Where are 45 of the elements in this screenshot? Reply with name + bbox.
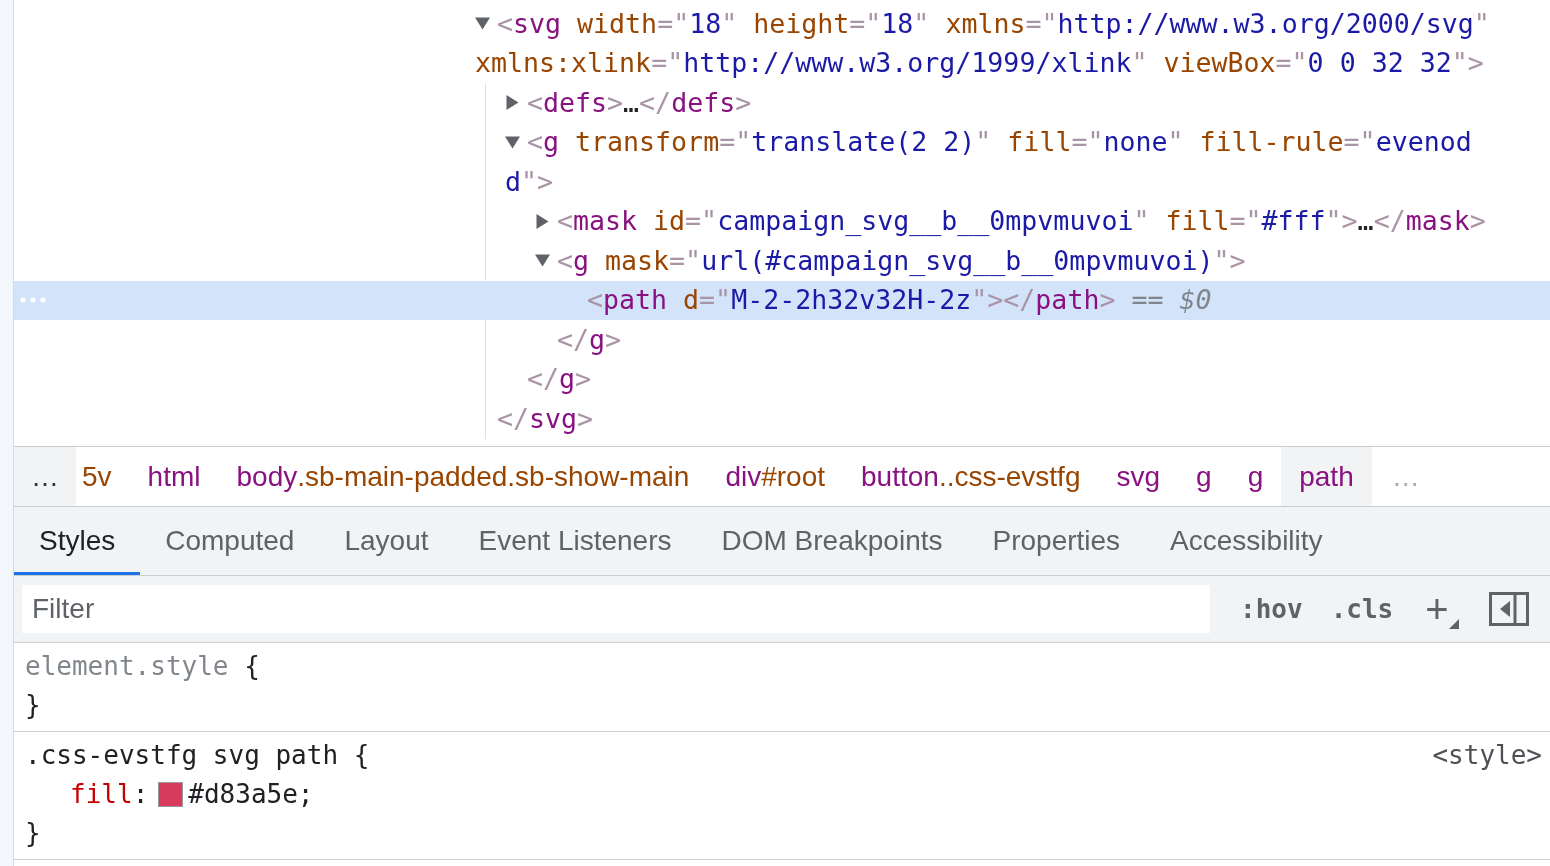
dom-node-line[interactable]: </g> (557, 319, 622, 360)
property-name: fill: (70, 778, 149, 811)
expand-triangle-icon[interactable] (505, 95, 520, 111)
panel-tab[interactable]: DOM Breakpoints (696, 507, 968, 575)
collapse-triangle-icon[interactable] (535, 253, 550, 269)
sidebar-toggle-icon[interactable] (1488, 592, 1529, 626)
breadcrumb-item[interactable]: svg (1098, 447, 1179, 506)
dom-node-line[interactable]: xmlns:xlink="http://www.w3.org/1999/xlink" viewBox="0 0 32 32"> (475, 43, 1484, 84)
property-value: #d83a5e; (188, 778, 314, 811)
breadcrumb-item[interactable]: body.sb-main-padded.sb-show-main (218, 447, 708, 506)
collapse-triangle-icon[interactable] (505, 134, 520, 150)
dom-node-line[interactable]: <g mask="url(#campaign_svg__b__0mpvmuvoi)"> (557, 240, 1246, 281)
rule-selector: .css-evstfg svg path { (25, 739, 370, 772)
dropdown-corner-icon (1448, 619, 1459, 629)
panel-tab[interactable]: Event Listeners (453, 507, 697, 575)
dom-node-line[interactable]: <svg width="18" height="18" xmlns="http://www.w3.org/2000/svg" (497, 3, 1490, 44)
toolbar-button[interactable]: .cls (1316, 589, 1408, 629)
filter-field[interactable]: Filter (22, 585, 1210, 633)
panel-tab[interactable]: Layout (319, 507, 454, 575)
panel-tab[interactable]: Computed (140, 507, 320, 575)
breadcrumb-item[interactable]: html (129, 447, 219, 506)
dom-node-line[interactable]: <g transform="translate(2 2)" fill="none" fill-rule="evenod (527, 122, 1472, 163)
panel-tab[interactable]: Accessibility (1145, 507, 1348, 575)
panel-tab[interactable]: Properties (967, 507, 1146, 575)
breadcrumb-item[interactable]: button..css-evstfg (843, 447, 1099, 506)
collapse-triangle-icon[interactable] (475, 16, 490, 32)
expand-triangle-icon[interactable] (535, 213, 550, 229)
new-rule-button[interactable]: + (1407, 589, 1467, 629)
closing-brace: } (25, 689, 41, 722)
breadcrumb-item[interactable]: path (1281, 447, 1372, 506)
source-link[interactable]: <style> (1432, 736, 1542, 775)
toolbar-button[interactable]: :hov (1226, 589, 1317, 629)
scroll-left-button[interactable]: … (14, 447, 76, 506)
breadcrumb-item[interactable]: g (1178, 447, 1230, 506)
breadcrumb-item[interactable]: 5v (76, 447, 130, 506)
breadcrumb-item[interactable]: g (1229, 447, 1282, 506)
dom-node-line[interactable]: <mask id="campaign_svg__b__0mpvmuvoi" fill="#fff">…</mask> (557, 201, 1486, 242)
dom-node-line[interactable]: </svg> (497, 398, 594, 439)
breadcrumb-item[interactable]: div#root (707, 447, 843, 506)
dom-node-line[interactable]: d"> (505, 161, 554, 202)
closing-brace: } (25, 817, 41, 850)
dom-node-line[interactable]: </g> (527, 359, 592, 400)
color-swatch[interactable] (158, 782, 184, 807)
dom-node-line[interactable]: <defs>…</defs> (527, 82, 752, 123)
rule-selector: element.style { (25, 650, 260, 683)
